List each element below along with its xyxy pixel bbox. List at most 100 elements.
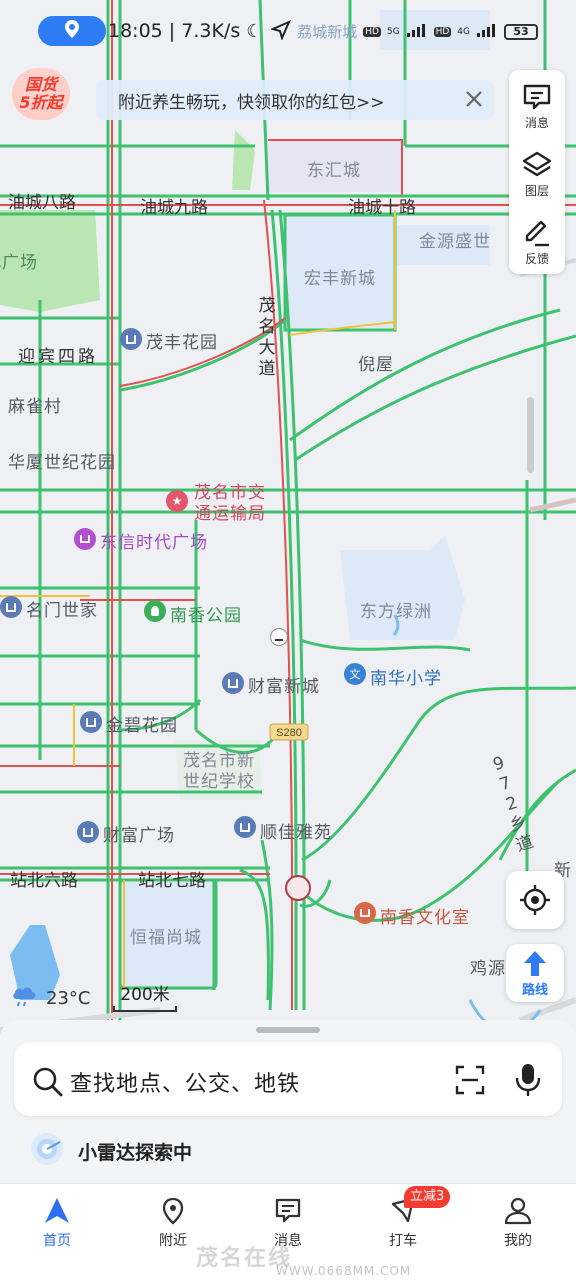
signal-4g-label: 4G — [457, 26, 470, 37]
area-label-nicun: 倪屋 — [358, 355, 394, 375]
location-pill[interactable] — [38, 16, 106, 46]
status-time-speed: 18:05 | 7.3K/s — [108, 20, 241, 42]
poi-label-mingmen[interactable]: 名门世家 — [26, 596, 98, 621]
road-label-maoming-ave: 茂名大道 — [258, 296, 276, 379]
status-faded-label: 荔城新城 — [297, 23, 358, 41]
poi-icon-shunjia[interactable] — [234, 816, 256, 838]
poi-label-nanxiang-culture[interactable]: 南香文化室 — [380, 903, 470, 928]
tool-message-button[interactable]: 消息 — [509, 72, 565, 136]
tool-layers-button[interactable]: 图层 — [509, 140, 565, 204]
tab-nearby-label: 附近 — [159, 1233, 187, 1249]
tab-home-label: 首页 — [43, 1233, 71, 1249]
status-right: 荔城新城 HD 5G HD 4G 53 — [270, 20, 538, 43]
poi-label-nanhua-school[interactable]: 南华小学 — [370, 664, 442, 689]
message-icon — [275, 1198, 301, 1223]
poi-icon-mingmen[interactable] — [0, 596, 22, 618]
poi-icon-caifu-plaza[interactable] — [77, 821, 99, 843]
weather-widget[interactable]: 23°C — [10, 984, 90, 1013]
location-pin-icon — [162, 1197, 184, 1225]
area-label-donghuicheng: 东汇城 — [307, 161, 361, 181]
road-label-zhanbei7: 站北七路 — [138, 871, 206, 891]
area-label-hongfeng: 宏丰新城 — [304, 269, 376, 289]
area-label-dongfang: 东方绿洲 — [360, 602, 432, 622]
poi-icon-jinbi[interactable] — [80, 711, 102, 733]
poi-label-maofeng[interactable]: 茂丰花园 — [146, 328, 218, 353]
poi-icon-caifu-xincheng[interactable] — [222, 672, 244, 694]
poi-label-dongxin[interactable]: 东信时代广场 — [100, 528, 208, 553]
road-label-youcheng10: 油城十路 — [348, 198, 416, 218]
status-bar: 18:05 | 7.3K/s ☾ 荔城新城 HD 5G HD 4G 53 — [0, 0, 576, 62]
poi-icon-house[interactable] — [120, 328, 142, 350]
search-bar[interactable]: 查找地点、公交、地铁 — [14, 1042, 562, 1116]
park-icon[interactable] — [144, 600, 166, 622]
area-label-park: 北广场 — [0, 253, 38, 273]
status-time: 18:05 | 7.3K/s ☾ — [108, 20, 262, 42]
area-label-huaxia: 华厦世纪花园 — [8, 453, 116, 473]
map-scale: 200米 — [113, 980, 177, 1012]
poi-label-jinbi[interactable]: 金碧花园 — [106, 711, 178, 736]
poi-label-jiaotong-line2: 通运输局 — [194, 504, 266, 524]
locate-crosshair-icon — [520, 885, 550, 915]
promo-badge-line2: 5折起 — [19, 93, 63, 112]
tool-layers-label: 图层 — [524, 184, 549, 198]
area-label-majuecun: 麻雀村 — [8, 397, 62, 417]
svg-text:S280: S280 — [276, 727, 302, 739]
tab-profile[interactable]: 我的 — [478, 1196, 558, 1250]
moon-icon: ☾ — [246, 21, 263, 42]
watermark-url: WWW.0668MM.COM — [276, 1264, 412, 1278]
radar-row[interactable]: 小雷达探索中 — [30, 1132, 192, 1170]
map-scroll-indicator[interactable] — [527, 397, 534, 473]
tool-message-label: 消息 — [524, 116, 549, 130]
promo-banner-text: 附近养生畅玩，快领取你的红包>> — [118, 92, 385, 113]
poi-label-nanxiang-park[interactable]: 南香公园 — [170, 601, 242, 626]
tool-feedback-button[interactable]: 反馈 — [509, 208, 565, 272]
navigation-arrow-icon — [270, 20, 292, 43]
layers-icon — [522, 151, 552, 177]
promo-badge[interactable]: 国货 5折起 — [12, 68, 70, 120]
poi-icon-mall[interactable] — [74, 528, 96, 550]
scan-icon[interactable] — [454, 1064, 486, 1100]
weather-temperature: 23°C — [46, 988, 91, 1009]
poi-label-caifu-plaza[interactable]: 财富广场 — [103, 821, 175, 846]
signal-bars-icon-2 — [476, 22, 498, 41]
area-label-hengfu: 恒福尚城 — [130, 928, 202, 948]
map-scale-label: 200米 — [120, 985, 170, 1005]
map-scale-bar — [113, 1006, 177, 1012]
area-label-shiji-school: 茂名市新世纪学校 — [183, 751, 255, 792]
feedback-pen-icon — [525, 220, 549, 247]
tab-taxi-label: 打车 — [389, 1233, 417, 1249]
road-label-zhanbei6: 站北六路 — [10, 871, 78, 891]
home-arrow-icon — [45, 1198, 69, 1223]
tool-feedback-label: 反馈 — [524, 252, 549, 266]
poi-label-shunjia[interactable]: 顺佳雅苑 — [260, 818, 332, 843]
taxi-discount-badge: 立减3 — [404, 1186, 451, 1208]
hd-badge-2: HD — [433, 26, 452, 37]
tab-home[interactable]: 首页 — [17, 1196, 97, 1250]
poi-label-caifu-xincheng[interactable]: 财富新城 — [248, 672, 320, 697]
promo-badge-line1: 国货 — [24, 75, 57, 94]
road-label-youcheng9: 油城九路 — [140, 198, 208, 218]
route-arrow-icon — [524, 950, 546, 976]
search-input[interactable]: 查找地点、公交、地铁 — [70, 1066, 300, 1098]
close-icon[interactable] — [462, 87, 486, 111]
sheet-drag-handle[interactable] — [256, 1027, 320, 1033]
bank-icon[interactable] — [270, 628, 288, 646]
location-pin-icon — [64, 19, 80, 43]
route-button[interactable]: 路线 — [506, 944, 564, 1002]
locate-button[interactable] — [506, 871, 564, 929]
poi-label-jiaotong[interactable]: 茂名市交 通运输局 — [194, 483, 266, 525]
culture-icon[interactable] — [354, 902, 376, 924]
battery-icon: 53 — [504, 23, 538, 40]
poi-icon-government[interactable]: ★ — [166, 490, 188, 512]
microphone-icon[interactable] — [514, 1062, 542, 1102]
route-button-label: 路线 — [521, 982, 548, 998]
map-tools-panel: 消息 图层 反馈 — [509, 70, 565, 274]
signal-5g-label: 5G — [386, 26, 400, 37]
promo-banner[interactable]: 附近养生畅玩，快领取你的红包>> — [96, 80, 494, 120]
hd-badge: HD — [363, 26, 381, 37]
school-icon[interactable]: 文 — [344, 663, 366, 685]
rain-cloud-icon — [10, 984, 38, 1013]
user-icon — [504, 1197, 532, 1225]
dongfang-area — [340, 535, 465, 640]
signal-bars-icon — [406, 22, 428, 41]
